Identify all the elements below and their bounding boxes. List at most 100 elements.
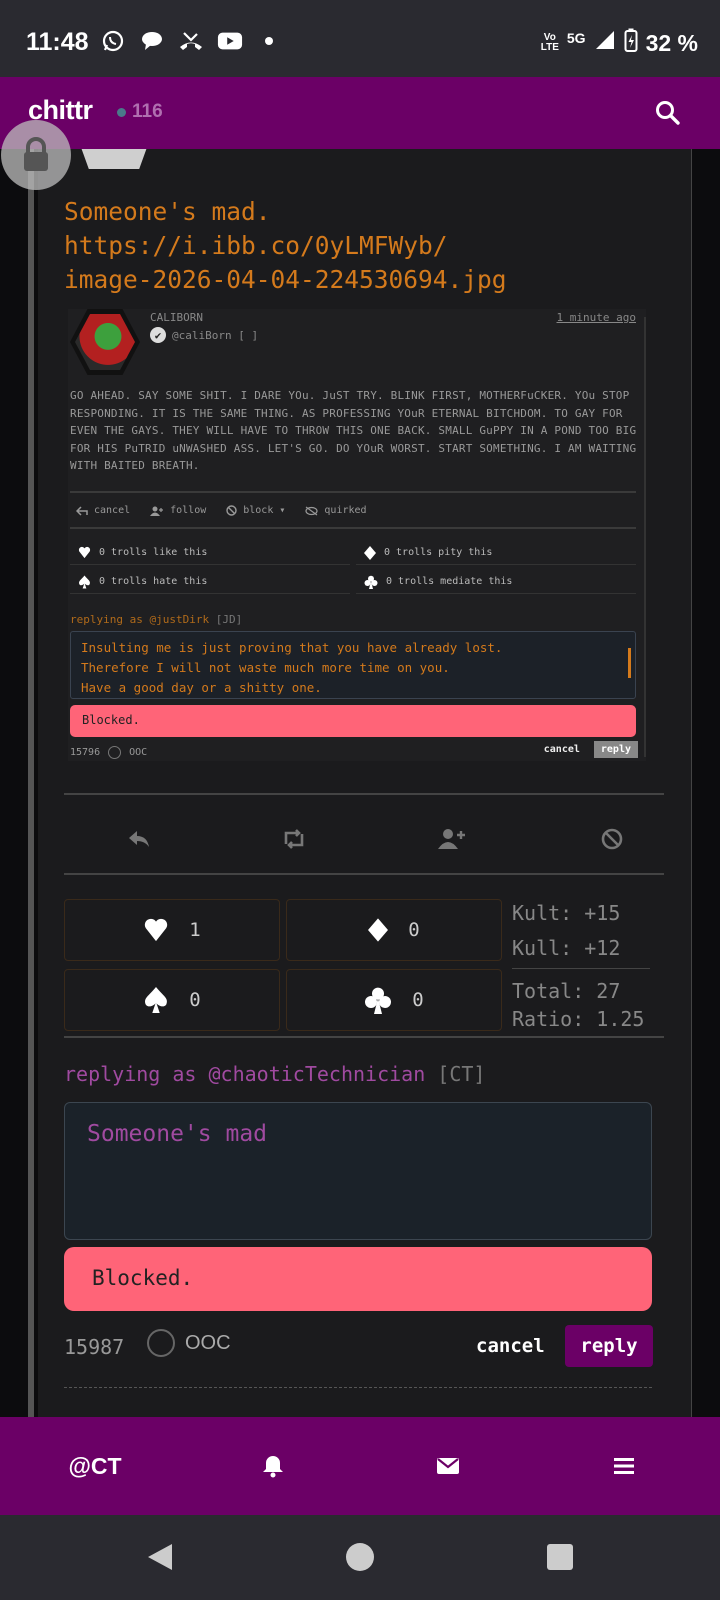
app-header: chittr 116 [0, 77, 720, 149]
repost-action-button[interactable] [274, 819, 314, 859]
diamond-icon [364, 545, 376, 560]
heart-icon [145, 918, 168, 942]
battery-percent: 32 % [645, 29, 698, 56]
status-bar: 11:48 Vo LTE 5G 32 % [0, 0, 720, 77]
follow-action-button[interactable] [432, 819, 472, 859]
more-notifications-dot-icon [256, 28, 282, 54]
embedded-handle-row: ✔ @caliBorn [ ] [150, 327, 258, 343]
reply-action-button[interactable] [119, 819, 159, 859]
chat-bubble-icon [139, 28, 165, 54]
status-right: Vo LTE 5G 32 % [541, 28, 698, 58]
reply-button[interactable]: reply [565, 1325, 653, 1367]
notification-icons [100, 28, 282, 54]
post-link-line-2[interactable]: image-2026-04-04-224530694.jpg [64, 263, 674, 297]
block-action-button[interactable] [592, 819, 632, 859]
network-type: 5G [566, 30, 586, 46]
post-text-line-1: Someone's mad. [64, 197, 271, 226]
ooc-radio[interactable] [147, 1329, 175, 1357]
reply-textarea[interactable]: Someone's mad [64, 1102, 652, 1240]
stat-total: Total: 27 [512, 979, 621, 1003]
embedded-handle: @caliBorn [ ] [172, 328, 259, 342]
club-icon [365, 987, 392, 1014]
online-count-value: 116 [132, 101, 163, 122]
divider [64, 1036, 664, 1038]
nav-menu[interactable] [607, 1449, 641, 1483]
embedded-reaction-pity: 0 trolls pity this [356, 541, 636, 565]
reaction-heart-count: 1 [189, 919, 201, 941]
embedded-reaction-hate: 0 trolls hate this [70, 570, 350, 594]
character-count: 15987 [64, 1335, 125, 1359]
nav-messages[interactable] [431, 1449, 465, 1483]
embedded-image[interactable]: CALIBORN ✔ @caliBorn [ ] 1 minute ago GO… [68, 309, 646, 761]
embedded-footer: 15796 OOC [70, 746, 148, 759]
embedded-replying-as: replying as @justDirk [JD] [70, 613, 243, 626]
replying-tag: [CT] [437, 1062, 486, 1086]
search-icon [656, 101, 680, 125]
reaction-heart-button[interactable]: 1 [64, 899, 280, 961]
stat-ratio: Ratio: 1.25 [512, 1007, 645, 1031]
replying-handle: replying as @chaoticTechnician [64, 1062, 426, 1086]
add-user-icon [438, 829, 465, 849]
embedded-reaction-mediate: 0 trolls mediate this [356, 570, 636, 594]
ooc-label: OOC [185, 1331, 231, 1354]
nav-notifications[interactable] [256, 1449, 290, 1483]
blocked-alert: Blocked. [64, 1247, 652, 1311]
embedded-rule [70, 491, 636, 493]
post-link-line-1[interactable]: https://i.ibb.co/0yLMFWyb/ [64, 229, 674, 263]
verified-check-icon: ✔ [150, 327, 166, 343]
stat-kull: Kull: +12 [512, 936, 621, 960]
embedded-time: 1 minute ago [556, 311, 636, 324]
dashed-separator [64, 1387, 652, 1388]
envelope-icon [437, 1458, 459, 1474]
replying-as: replying as @chaoticTechnician [CT] [64, 1062, 485, 1086]
ooc-toggle[interactable]: OOC [147, 1329, 231, 1357]
embedded-block: block ▾ [226, 505, 285, 516]
reaction-diamond-button[interactable]: 0 [286, 899, 502, 961]
divider [64, 873, 664, 875]
youtube-icon [217, 28, 243, 54]
stat-divider [512, 968, 650, 969]
back-button[interactable] [144, 1541, 176, 1573]
volte-indicator: Vo LTE [540, 32, 559, 53]
reaction-spade-button[interactable]: 0 [64, 969, 280, 1031]
spade-icon [145, 987, 168, 1013]
embedded-blocked-alert: Blocked. [70, 705, 636, 737]
stat-kult: Kult: +15 [512, 901, 621, 925]
add-user-icon [150, 506, 164, 516]
recents-button[interactable] [544, 1541, 576, 1573]
home-button[interactable] [344, 1541, 376, 1573]
reaction-club-button[interactable]: 0 [286, 969, 502, 1031]
feed-content[interactable]: Someone's mad. https://i.ibb.co/0yLMFWyb… [0, 149, 720, 1417]
post-text: Someone's mad. https://i.ibb.co/0yLMFWyb… [64, 195, 674, 297]
repost-icon [284, 829, 304, 849]
post-card: Someone's mad. https://i.ibb.co/0yLMFWyb… [38, 149, 692, 1417]
embedded-cancel: cancel [76, 505, 130, 516]
cancel-button[interactable]: cancel [476, 1335, 545, 1357]
embedded-quirked: quirked [305, 505, 367, 516]
reply-arrow-icon [129, 831, 149, 847]
spade-icon [79, 575, 90, 588]
embedded-follow: follow [150, 505, 206, 516]
reaction-diamond-count: 0 [408, 919, 420, 941]
block-icon [601, 828, 623, 850]
post-actions [64, 819, 664, 863]
lock-icon [24, 137, 48, 171]
online-dot-icon [117, 107, 126, 117]
embedded-avatar [70, 309, 140, 375]
whatsapp-icon [100, 28, 126, 54]
block-icon [226, 505, 237, 516]
online-count: 116 [117, 101, 163, 123]
system-nav-bar [0, 1515, 720, 1600]
heart-icon [78, 546, 91, 559]
avatar [78, 149, 150, 169]
search-button[interactable] [654, 99, 682, 127]
home-circle-icon [346, 1543, 374, 1571]
lock-button[interactable] [1, 120, 71, 190]
bell-icon [263, 1456, 283, 1478]
nav-profile[interactable]: @CT [62, 1449, 128, 1483]
club-icon [364, 575, 378, 589]
status-time: 11:48 [26, 28, 89, 56]
embedded-actions: cancel follow block ▾ quirked [76, 505, 367, 516]
embedded-scrollbar [628, 648, 631, 678]
missed-call-icon [178, 28, 204, 54]
